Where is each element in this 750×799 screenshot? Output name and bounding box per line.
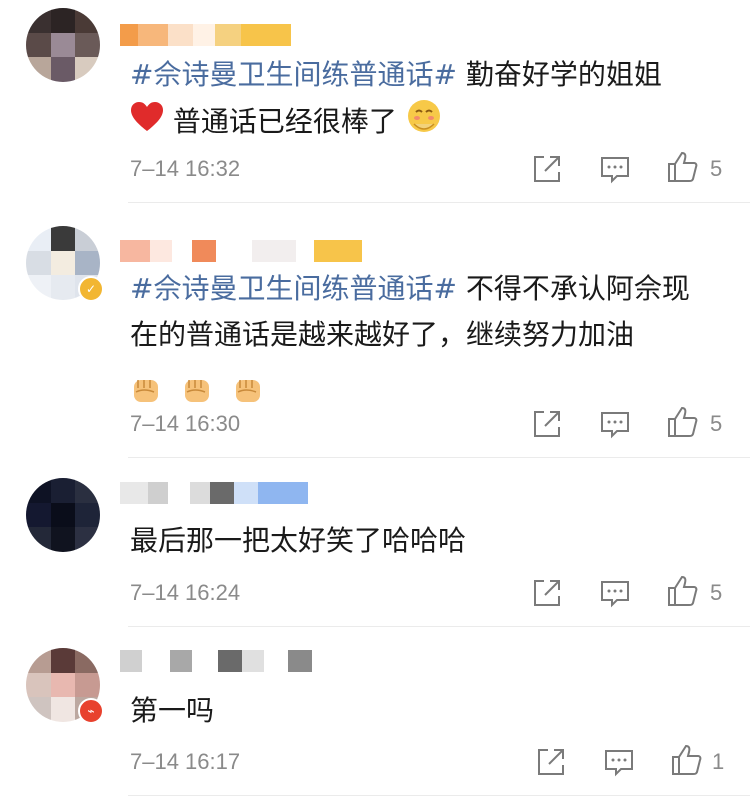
badge-icon: ⌁ (78, 698, 104, 724)
thumbs-up-icon[interactable] (666, 150, 700, 184)
comment-icon[interactable] (598, 152, 632, 186)
blush-emoji (406, 98, 442, 148)
share-icon[interactable] (534, 745, 568, 779)
timestamp: 7–14 16:32 (130, 156, 241, 181)
divider (128, 795, 750, 796)
comment-text: 最后那一把太好笑了哈哈哈 (130, 518, 730, 564)
thumbs-up-icon[interactable] (666, 405, 700, 439)
comment-text: #佘诗曼卫生间练普通话# 勤奋好学的姐姐 普通话已经很棒了 (130, 52, 730, 148)
avatar[interactable] (26, 478, 100, 552)
like-count: 5 (710, 411, 723, 436)
comment-text-line: 勤奋好学的姐姐 (456, 58, 662, 91)
hashtag-link[interactable]: #佘诗曼卫生间练普通话# (130, 272, 457, 305)
comment-icon[interactable] (598, 576, 632, 610)
like-count: 5 (710, 580, 723, 605)
share-icon[interactable] (530, 152, 564, 186)
timestamp: 7–14 16:17 (130, 749, 241, 774)
comment-icon[interactable] (602, 745, 636, 779)
fist-emoji (134, 380, 158, 402)
username-blurred[interactable] (120, 24, 291, 46)
comment-text-line: 第一吗 (130, 694, 215, 727)
comment-text-line: 在的普通话是越来越好了，继续努力加油 (130, 318, 635, 351)
divider (128, 457, 750, 458)
comment-icon[interactable] (598, 407, 632, 441)
share-icon[interactable] (530, 576, 564, 610)
fist-emoji (235, 380, 260, 402)
thumbs-up-icon[interactable] (670, 743, 704, 777)
divider (128, 202, 750, 203)
like-count: 5 (710, 156, 723, 181)
comment-text: #佘诗曼卫生间练普通话# 不得不承认阿佘现 在的普通话是越来越好了，继续努力加油 (130, 266, 730, 412)
hashtag-link[interactable]: #佘诗曼卫生间练普通话# (130, 58, 457, 91)
comment-item: #佘诗曼卫生间练普通话# 勤奋好学的姐姐 普通话已经很棒了 7–14 16:32… (0, 0, 750, 203)
red-heart-emoji (130, 100, 164, 146)
comment-text-line: 最后那一把太好笑了哈哈哈 (130, 524, 467, 557)
divider (128, 626, 750, 627)
avatar[interactable] (26, 8, 100, 82)
username-blurred[interactable] (120, 240, 362, 262)
timestamp: 7–14 16:30 (130, 411, 241, 436)
comment-text-line: 不得不承认阿佘现 (456, 272, 690, 305)
timestamp: 7–14 16:24 (130, 580, 241, 605)
username-blurred[interactable] (120, 650, 312, 672)
comment-text: 第一吗 (130, 688, 730, 734)
username-blurred[interactable] (120, 482, 308, 504)
thumbs-up-icon[interactable] (666, 574, 700, 608)
fist-emoji (184, 380, 209, 402)
comment-text-line: 普通话已经很棒了 (164, 105, 406, 138)
share-icon[interactable] (530, 407, 564, 441)
verified-badge-icon: ✓ (78, 276, 104, 302)
like-count: 1 (712, 749, 725, 774)
